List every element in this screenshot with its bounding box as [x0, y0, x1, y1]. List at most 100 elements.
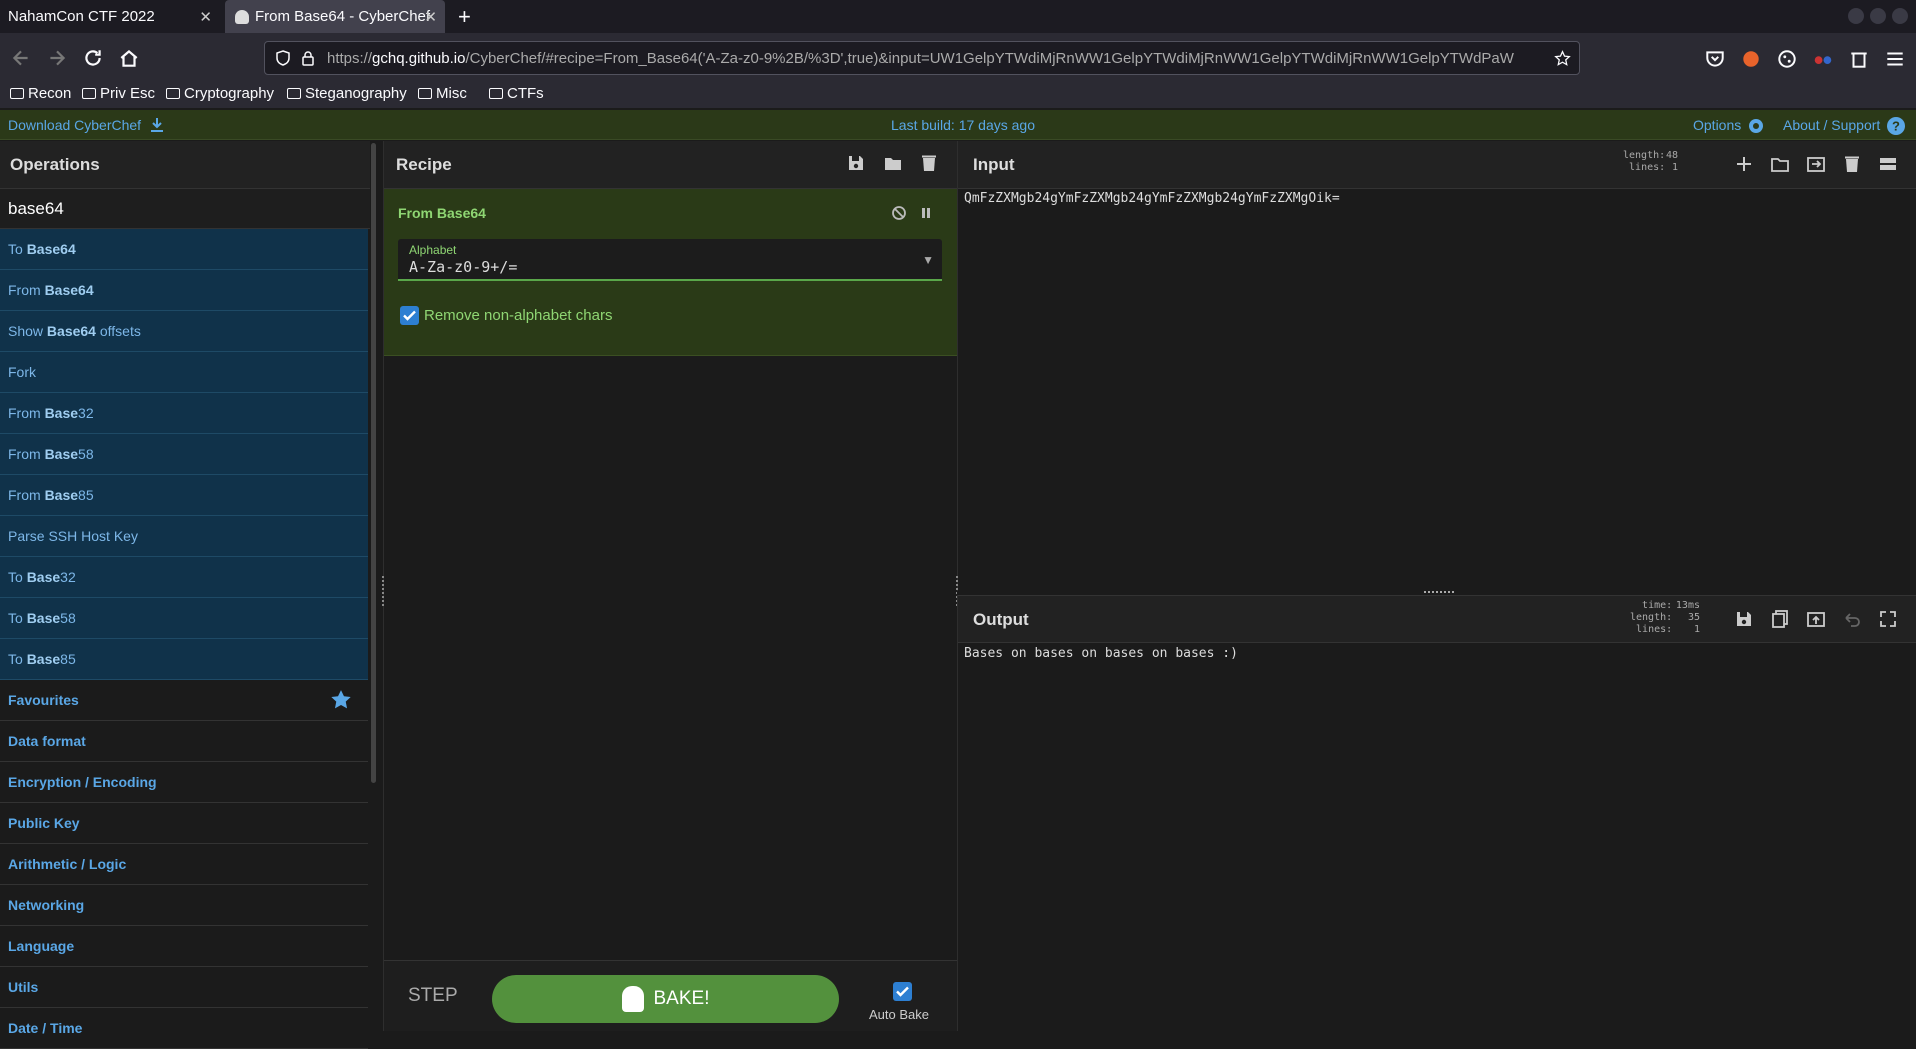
bookmark-label: Cryptography: [184, 85, 275, 102]
maximize-icon[interactable]: [1878, 609, 1898, 629]
operation-item[interactable]: From Base32: [0, 393, 368, 434]
svg-text:?: ?: [1892, 119, 1900, 134]
pocket-icon[interactable]: [1704, 48, 1726, 70]
bookmark-steganography[interactable]: Steganography: [287, 85, 407, 102]
input-stats-labels: length: lines:: [1623, 150, 1666, 173]
close-icon[interactable]: ✕: [424, 8, 437, 26]
disable-icon[interactable]: [891, 205, 907, 221]
minimize-button[interactable]: [1848, 8, 1864, 24]
operation-label-suffix: 32: [60, 569, 76, 585]
auto-bake-label[interactable]: Auto Bake: [869, 1007, 929, 1022]
operation-item[interactable]: From Base64: [0, 270, 368, 311]
save-icon[interactable]: [846, 153, 866, 173]
trash-extension-icon[interactable]: [1848, 48, 1870, 70]
category-data-format[interactable]: Data format: [0, 721, 368, 762]
download-link[interactable]: Download CyberChef: [8, 117, 141, 133]
auto-bake-checkbox[interactable]: [893, 982, 912, 1001]
extension-fox-icon[interactable]: [1740, 48, 1762, 70]
replace-input-icon[interactable]: [1806, 609, 1826, 629]
close-window-button[interactable]: [1892, 8, 1908, 24]
operation-item[interactable]: To Base32: [0, 557, 368, 598]
trash-icon[interactable]: [919, 153, 939, 173]
url-bar[interactable]: https://gchq.github.io/CyberChef/#recipe…: [264, 41, 1580, 75]
bake-button[interactable]: BAKE!: [492, 975, 839, 1023]
maximize-button[interactable]: [1870, 8, 1886, 24]
open-file-icon[interactable]: [1806, 154, 1826, 174]
folder-open-icon[interactable]: [883, 153, 903, 173]
splitter-grip[interactable]: [1424, 591, 1454, 594]
search-input[interactable]: [0, 189, 370, 229]
operation-item[interactable]: Show Base64 offsets: [0, 311, 368, 352]
layout-icon[interactable]: [1878, 154, 1898, 174]
hamburger-menu-icon[interactable]: [1884, 48, 1906, 70]
pause-icon[interactable]: [919, 206, 933, 220]
operation-item[interactable]: Fork: [0, 352, 368, 393]
operation-label-match: Base: [44, 446, 79, 462]
home-icon[interactable]: [118, 47, 140, 69]
download-icon[interactable]: [150, 117, 164, 133]
remove-non-alphabet-checkbox[interactable]: [400, 306, 419, 325]
operation-item[interactable]: To Base58: [0, 598, 368, 639]
favourite-star-icon[interactable]: [330, 689, 352, 711]
operation-item[interactable]: Parse SSH Host Key: [0, 516, 368, 557]
chevron-down-icon[interactable]: ▼: [922, 253, 934, 267]
category-public-key[interactable]: Public Key: [0, 803, 368, 844]
bookmark-priv-esc[interactable]: Priv Esc: [82, 85, 155, 102]
operation-label-match: Base: [44, 405, 79, 421]
copy-icon[interactable]: [1770, 609, 1790, 629]
remove-non-alphabet-label[interactable]: Remove non-alphabet chars: [424, 307, 612, 324]
clear-input-icon[interactable]: [1842, 154, 1862, 174]
open-folder-icon[interactable]: [1770, 154, 1790, 174]
lock-icon[interactable]: [301, 50, 315, 66]
category-date-time[interactable]: Date / Time: [0, 1008, 368, 1049]
input-title: Input: [973, 155, 1015, 174]
save-output-icon[interactable]: [1734, 609, 1754, 629]
alphabet-select[interactable]: Alphabet A-Za-z0-9+/= ▼: [398, 239, 942, 281]
reload-icon[interactable]: [82, 47, 104, 69]
category-favourites[interactable]: Favourites: [0, 680, 368, 721]
input-panel: Input length: lines: 48 1 QmFzZXMgb24gYm…: [956, 141, 1916, 606]
bookmark-ctfs[interactable]: CTFs: [489, 85, 544, 102]
glasses-icon[interactable]: [1812, 48, 1834, 70]
recipe-left-resize-handle[interactable]: [382, 576, 385, 606]
output-text[interactable]: Bases on bases on bases on bases :): [964, 646, 1238, 661]
folder-icon: [418, 88, 432, 99]
operation-item[interactable]: From Base85: [0, 475, 368, 516]
category-networking[interactable]: Networking: [0, 885, 368, 926]
help-icon[interactable]: ?: [1886, 116, 1906, 136]
back-icon[interactable]: [10, 47, 32, 69]
tab-nahamcon[interactable]: NahamCon CTF 2022 ✕: [0, 0, 220, 33]
input-textarea[interactable]: QmFzZXMgb24gYmFzZXMgb24gYmFzZXMgb24gYmFz…: [964, 191, 1340, 206]
new-tab-icon[interactable]: +: [458, 4, 471, 30]
category-arithmetic-logic[interactable]: Arithmetic / Logic: [0, 844, 368, 885]
recipe-operation-from-base64[interactable]: From Base64 Alphabet A-Za-z0-9+/= ▼ Remo…: [384, 189, 957, 356]
category-language[interactable]: Language: [0, 926, 368, 967]
forward-icon[interactable]: [46, 47, 68, 69]
operation-item[interactable]: To Base85: [0, 639, 368, 680]
options-link[interactable]: Options: [1693, 117, 1741, 133]
step-button[interactable]: STEP: [408, 985, 458, 1007]
category-utils[interactable]: Utils: [0, 967, 368, 1008]
operation-item[interactable]: To Base64: [0, 229, 368, 270]
recipe-title: Recipe: [396, 155, 452, 174]
add-input-icon[interactable]: [1734, 154, 1754, 174]
tab-cyberchef[interactable]: From Base64 - CyberChef ✕: [225, 0, 445, 33]
bookmark-misc[interactable]: Misc: [418, 85, 467, 102]
shield-icon[interactable]: [275, 50, 291, 66]
bookmark-recon[interactable]: Recon: [10, 85, 71, 102]
tab-label: From Base64 - CyberChef: [255, 8, 431, 25]
operation-label: From: [8, 446, 45, 462]
star-icon[interactable]: [1554, 50, 1571, 67]
close-icon[interactable]: ✕: [199, 8, 212, 26]
operations-scrollbar[interactable]: [371, 143, 376, 783]
operation-label: Parse SSH Host Key: [8, 528, 138, 544]
category-encryption-encoding[interactable]: Encryption / Encoding: [0, 762, 368, 803]
operation-item[interactable]: From Base58: [0, 434, 368, 475]
about-link[interactable]: About / Support: [1783, 117, 1880, 133]
cookie-icon[interactable]: [1776, 48, 1798, 70]
checkmark-icon: [403, 310, 416, 321]
bookmark-cryptography[interactable]: Cryptography: [166, 85, 274, 102]
gear-icon[interactable]: [1746, 116, 1766, 136]
output-stats-values: 13ms 35 1: [1675, 600, 1700, 635]
operation-label-suffix: 58: [78, 446, 94, 462]
